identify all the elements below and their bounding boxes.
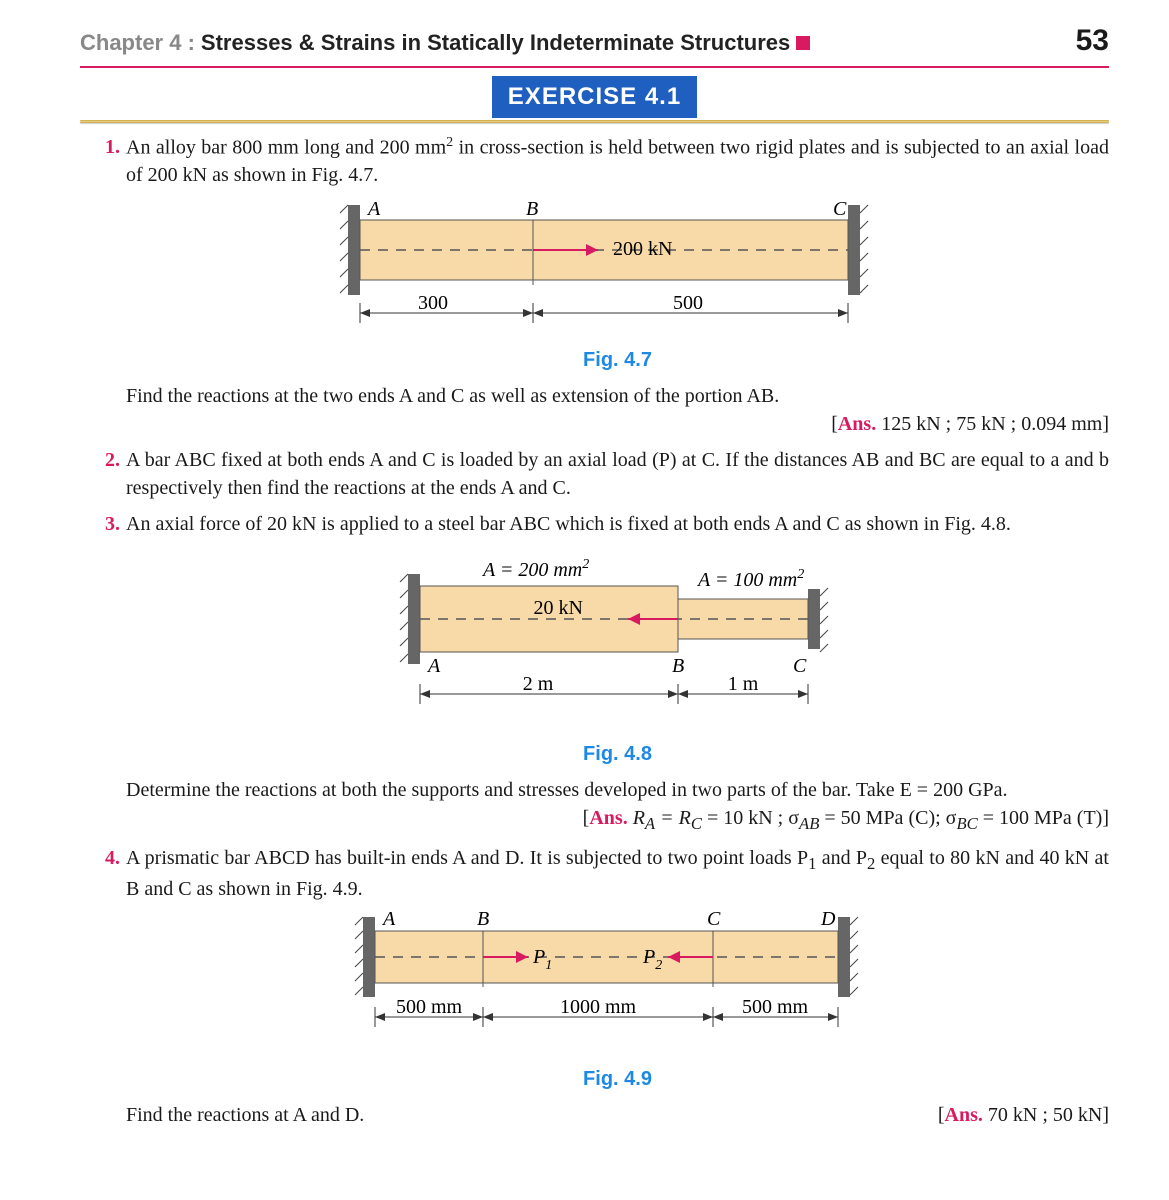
fig48-C: C: [793, 655, 807, 677]
fig49-d1: 500 mm: [395, 996, 462, 1018]
fig49-caption: Fig. 4.9: [126, 1065, 1109, 1093]
page: Chapter 4 : Stresses & Strains in Static…: [0, 0, 1169, 1157]
page-number: 53: [1076, 20, 1109, 62]
gold-rule: [80, 120, 1109, 123]
fig49-B: B: [477, 909, 489, 930]
problem-number: 1.: [84, 133, 120, 161]
fig47-C: C: [833, 198, 847, 220]
fig47-B: B: [526, 198, 538, 220]
fig48-caption: Fig. 4.8: [126, 740, 1109, 768]
q4-last-line: Find the reactions at A and D. [Ans. 70 …: [126, 1101, 1109, 1129]
fig48-a2: A = 100 mm2: [696, 567, 804, 591]
q1-text-c: Find the reactions at the two ends A and…: [126, 382, 1109, 410]
q3-text-b: Determine the reactions at both the supp…: [126, 776, 1109, 804]
fig49-D: D: [820, 909, 836, 930]
exercise-header: EXERCISE 4.1: [80, 76, 1109, 118]
problem-number: 3.: [84, 510, 120, 538]
figure-4-8: 20 kN A = 200 mm2 A = 100 mm2 A B C 2 m …: [338, 544, 898, 734]
q4-text-a: A prismatic bar ABCD has built-in ends A…: [126, 847, 808, 869]
fig48-load: 20 kN: [533, 597, 582, 619]
fig48-a1: A = 200 mm2: [481, 557, 589, 581]
fig49-C: C: [707, 909, 721, 930]
fig49-d2: 1000 mm: [559, 996, 636, 1018]
fig48-d1: 2 m: [522, 673, 553, 695]
fig48-B: B: [672, 655, 684, 677]
fig49-d3: 500 mm: [741, 996, 808, 1018]
fig47-d1: 300: [418, 292, 448, 314]
fig47-load: 200 kN: [613, 238, 672, 260]
chapter-label: Chapter 4 :: [80, 28, 195, 59]
fig47-d2: 500: [673, 292, 703, 314]
fig49-A: A: [381, 909, 396, 930]
problem-list: 1. An alloy bar 800 mm long and 200 mm 2 …: [80, 133, 1109, 1129]
problem-number: 2.: [84, 446, 120, 474]
q1-text-a: An alloy bar 800 mm long and 200 mm: [126, 136, 446, 158]
problem-4: 4. A prismatic bar ABCD has built-in end…: [126, 844, 1109, 1129]
chapter-title: Stresses & Strains in Statically Indeter…: [201, 28, 790, 59]
problem-number: 4.: [84, 844, 120, 872]
fig48-d2: 1 m: [727, 673, 758, 695]
fig47-caption: Fig. 4.7: [126, 346, 1109, 374]
q4-text-b: and P: [816, 847, 867, 869]
exercise-label: EXERCISE 4.1: [492, 76, 697, 118]
problem-1: 1. An alloy bar 800 mm long and 200 mm2 …: [126, 133, 1109, 439]
chapter-header: Chapter 4 : Stresses & Strains in Static…: [80, 20, 1109, 68]
q1-answer: [Ans. 125 kN ; 75 kN ; 0.094 mm]: [126, 410, 1109, 438]
problem-3: 3. An axial force of 20 kN is applied to…: [126, 510, 1109, 835]
figure-4-9: P1 P2 A B C D 500 mm 1000 mm 500 mm: [293, 909, 943, 1059]
problem-2: 2. A bar ABC fixed at both ends A and C …: [126, 446, 1109, 502]
q2-text: A bar ABC fixed at both ends A and C is …: [126, 449, 1109, 499]
q3-text-a: An axial force of 20 kN is applied to a …: [126, 513, 1011, 535]
fig48-A: A: [426, 655, 441, 677]
figure-4-7: 200 kN A B C 300 500: [268, 195, 968, 340]
header-square-icon: [796, 36, 810, 50]
fig47-A: A: [366, 198, 381, 220]
